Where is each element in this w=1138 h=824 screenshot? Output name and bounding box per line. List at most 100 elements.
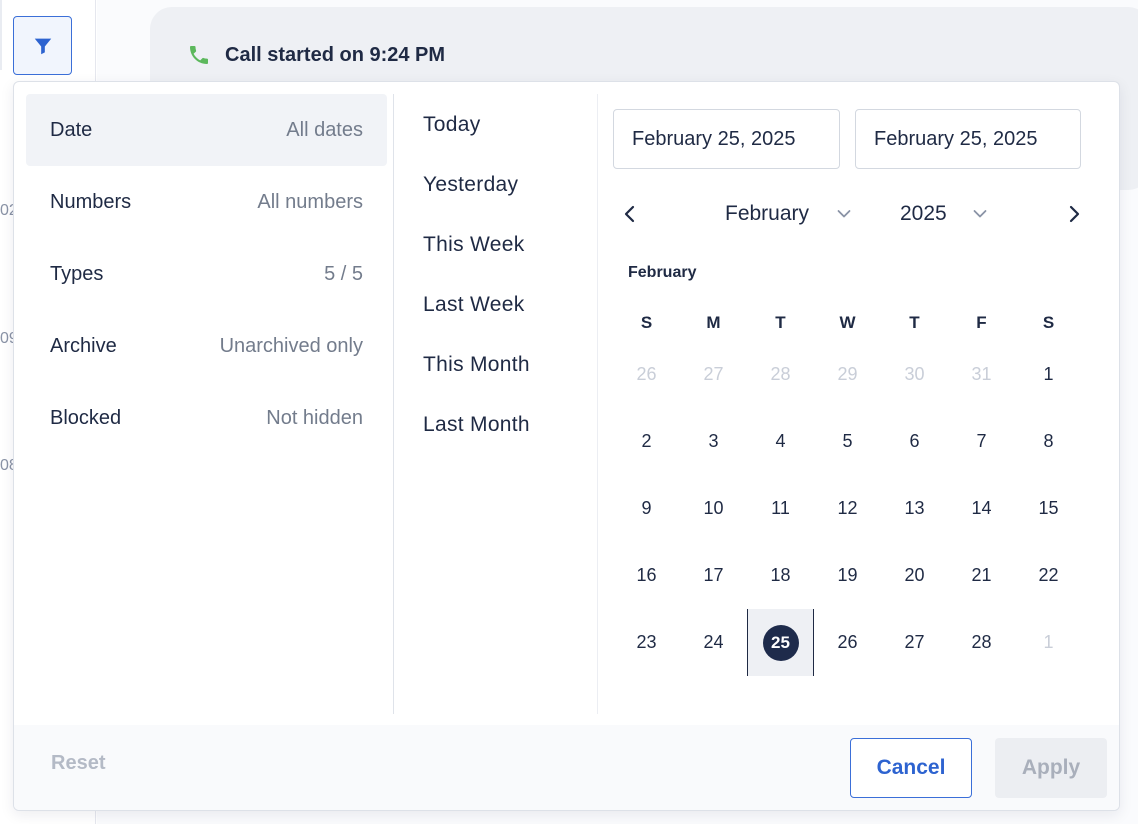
- calendar-day[interactable]: 17: [680, 542, 747, 609]
- date-preset-list: Today Yesterday This Week Last Week This…: [423, 95, 530, 455]
- calendar-navigation: February 2025: [613, 202, 1083, 226]
- filter-row-date[interactable]: Date All dates: [26, 94, 387, 166]
- calendar-day-outside[interactable]: 1: [1015, 609, 1082, 676]
- filter-value: Unarchived only: [219, 334, 363, 357]
- preset-today[interactable]: Today: [423, 95, 530, 155]
- next-month-button[interactable]: [1062, 202, 1086, 226]
- calendar-day[interactable]: 6: [881, 408, 948, 475]
- calendar-month-label: February: [628, 264, 697, 281]
- calendar-day-outside[interactable]: 30: [881, 341, 948, 408]
- weekday-label: M: [706, 313, 721, 332]
- filter-row-types[interactable]: Types 5 / 5: [26, 238, 387, 310]
- calendar-day[interactable]: 1: [1015, 341, 1082, 408]
- chevron-down-icon: [837, 210, 851, 218]
- calendar-day-selected[interactable]: 25: [747, 609, 814, 676]
- filter-name: Numbers: [50, 190, 132, 213]
- chevron-left-icon: [624, 205, 635, 223]
- calendar-day-outside[interactable]: 31: [948, 341, 1015, 408]
- chevron-down-icon: [973, 210, 987, 218]
- calendar-day[interactable]: 4: [747, 408, 814, 475]
- apply-button[interactable]: Apply: [995, 738, 1107, 798]
- year-select[interactable]: 2025: [900, 202, 987, 226]
- weekday-label: F: [976, 313, 987, 332]
- calendar-day[interactable]: 23: [613, 609, 680, 676]
- filter-value: All dates: [286, 118, 363, 141]
- calendar-day-outside[interactable]: 28: [747, 341, 814, 408]
- end-date-input[interactable]: [855, 109, 1081, 169]
- filter-button[interactable]: [13, 16, 72, 75]
- filter-value: All numbers: [257, 190, 363, 213]
- calendar-day[interactable]: 11: [747, 475, 814, 542]
- calendar-week: 9 10 11 12 13 14 15: [613, 475, 1083, 542]
- background-strip: [0, 0, 2, 70]
- calendar-day[interactable]: 10: [680, 475, 747, 542]
- filter-name: Date: [50, 118, 93, 141]
- calendar-week: 2 3 4 5 6 7 8: [613, 408, 1083, 475]
- calendar-day[interactable]: 24: [680, 609, 747, 676]
- reset-button[interactable]: Reset: [51, 752, 105, 775]
- preset-this-week[interactable]: This Week: [423, 215, 530, 275]
- selected-day-number: 25: [762, 624, 799, 661]
- filter-value: 5 / 5: [324, 262, 363, 285]
- calendar-day[interactable]: 9: [613, 475, 680, 542]
- call-status-text: Call started on 9:24 PM: [225, 43, 446, 66]
- calendar-day[interactable]: 2: [613, 408, 680, 475]
- calendar-day[interactable]: 14: [948, 475, 1015, 542]
- preset-last-month[interactable]: Last Month: [423, 395, 530, 455]
- filter-row-archive[interactable]: Archive Unarchived only: [26, 310, 387, 382]
- calendar-day-outside[interactable]: 26: [613, 341, 680, 408]
- filter-row-numbers[interactable]: Numbers All numbers: [26, 166, 387, 238]
- preset-last-week[interactable]: Last Week: [423, 275, 530, 335]
- calendar-day[interactable]: 13: [881, 475, 948, 542]
- month-select-value: February: [725, 202, 810, 225]
- calendar-day[interactable]: 3: [680, 408, 747, 475]
- calendar-day[interactable]: 22: [1015, 542, 1082, 609]
- filter-panel: Date All dates Numbers All numbers Types…: [13, 81, 1120, 811]
- calendar-day[interactable]: 8: [1015, 408, 1082, 475]
- date-range-inputs: [613, 109, 1083, 169]
- previous-month-button[interactable]: [618, 202, 642, 226]
- calendar-week: 23 24 25 26 27 28 1: [613, 609, 1083, 676]
- month-select[interactable]: February: [725, 202, 851, 226]
- calendar-day[interactable]: 18: [747, 542, 814, 609]
- calendar-day[interactable]: 7: [948, 408, 1015, 475]
- calendar-week: 26 27 28 29 30 31 1: [613, 341, 1083, 408]
- calendar-day-outside[interactable]: 29: [814, 341, 881, 408]
- calendar-grid: S M T W T F S 26 27 28 29 30 31 1 2 3 4 …: [613, 305, 1083, 676]
- calendar-day-outside[interactable]: 27: [680, 341, 747, 408]
- weekday-header: S M T W T F S: [613, 305, 1083, 341]
- call-status-row: Call started on 9:24 PM: [187, 43, 445, 67]
- year-select-value: 2025: [900, 202, 947, 225]
- weekday-label: W: [839, 313, 856, 332]
- chevron-right-icon: [1069, 205, 1080, 223]
- weekday-label: S: [1042, 313, 1055, 332]
- start-date-input[interactable]: [613, 109, 840, 169]
- calendar-day[interactable]: 15: [1015, 475, 1082, 542]
- weekday-label: T: [775, 313, 786, 332]
- filter-value: Not hidden: [266, 406, 363, 429]
- panel-footer: Reset Cancel Apply: [14, 725, 1119, 810]
- calendar-day[interactable]: 12: [814, 475, 881, 542]
- calendar-day[interactable]: 5: [814, 408, 881, 475]
- weekday-label: T: [909, 313, 920, 332]
- calendar-day[interactable]: 21: [948, 542, 1015, 609]
- calendar-weeks: 26 27 28 29 30 31 1 2 3 4 5 6 7 8 9 10 1…: [613, 341, 1083, 676]
- filter-icon: [34, 38, 51, 54]
- filter-name: Blocked: [50, 406, 122, 429]
- preset-this-month[interactable]: This Month: [423, 335, 530, 395]
- preset-yesterday[interactable]: Yesterday: [423, 155, 530, 215]
- calendar-day[interactable]: 28: [948, 609, 1015, 676]
- column-divider: [597, 94, 598, 714]
- calendar-day[interactable]: 19: [814, 542, 881, 609]
- column-divider: [393, 94, 394, 714]
- cancel-button[interactable]: Cancel: [850, 738, 972, 798]
- calendar-day[interactable]: 16: [613, 542, 680, 609]
- filter-name: Types: [50, 262, 104, 285]
- calendar-day[interactable]: 26: [814, 609, 881, 676]
- filter-row-blocked[interactable]: Blocked Not hidden: [26, 382, 387, 454]
- date-range-calendar: February 2025 February S M: [613, 109, 1083, 676]
- calendar-day[interactable]: 20: [881, 542, 948, 609]
- calendar-day[interactable]: 27: [881, 609, 948, 676]
- phone-icon: [190, 46, 208, 64]
- weekday-label: S: [640, 313, 653, 332]
